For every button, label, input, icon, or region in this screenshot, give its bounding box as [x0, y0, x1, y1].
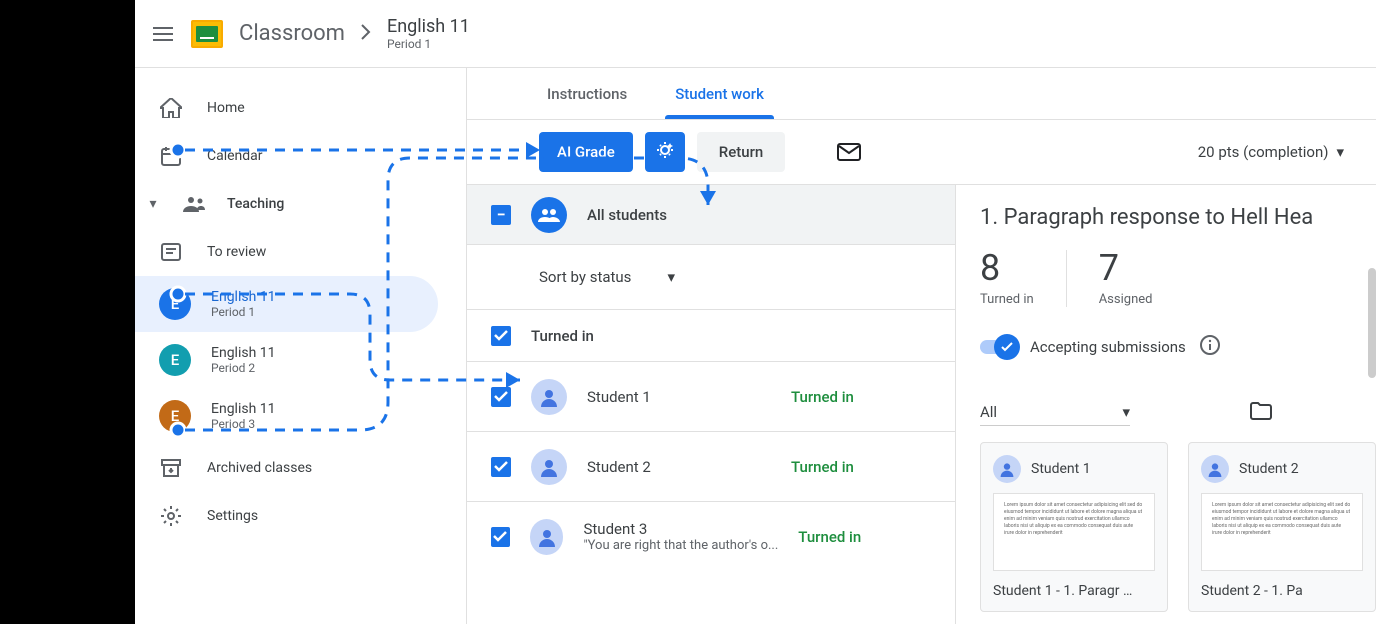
action-toolbar: AI Grade Return 20 pts (completion) ▾: [467, 120, 1376, 185]
all-students-label: All students: [587, 206, 667, 224]
people-icon: [183, 192, 207, 216]
document-thumbnail: Lorem ipsum dolor sit amet consectetur a…: [993, 493, 1155, 571]
tab-instructions[interactable]: Instructions: [523, 68, 651, 119]
class-period: Period 3: [211, 417, 276, 431]
student-avatar-icon: [1201, 455, 1229, 483]
home-icon: [159, 96, 183, 120]
info-icon[interactable]: [1200, 335, 1220, 359]
gear-icon: [159, 504, 183, 528]
student-status: Turned in: [791, 458, 931, 476]
class-name: English 11: [211, 345, 276, 361]
submission-card[interactable]: Student 1 Lorem ipsum dolor sit amet con…: [980, 442, 1168, 612]
sidebar-label: Settings: [207, 508, 258, 524]
document-title: Student 1 - 1. Paragr …: [993, 583, 1155, 599]
assignment-detail-pane: 1. Paragraph response to Hell Hea 8 Turn…: [956, 185, 1376, 624]
class-avatar-icon: E: [159, 288, 191, 320]
student-name: Student 2: [587, 458, 771, 476]
app-header: Classroom English 11 Period 1: [135, 0, 1376, 68]
sidebar-item-settings[interactable]: Settings: [135, 492, 438, 540]
student-avatar-icon: [993, 455, 1021, 483]
submission-card[interactable]: Student 2 Lorem ipsum dolor sit amet con…: [1188, 442, 1376, 612]
ai-grade-button[interactable]: AI Grade: [539, 132, 633, 172]
checkbox-checked-icon[interactable]: [491, 527, 510, 547]
accepting-submissions-toggle[interactable]: Accepting submissions: [980, 335, 1376, 359]
student-list-column: − All students Sort by status ▾ Turned i…: [467, 185, 956, 624]
student-avatar-icon: [531, 379, 567, 415]
sidebar-label: To review: [207, 244, 266, 260]
sidebar-label: Archived classes: [207, 460, 312, 476]
student-status: Turned in: [791, 388, 931, 406]
group-avatar-icon: [531, 197, 567, 233]
class-name: English 11: [211, 401, 276, 417]
sparkle-gear-icon: [655, 140, 675, 164]
brand-name: Classroom: [239, 21, 345, 46]
submission-preview: "You are right that the author's o...: [583, 538, 778, 553]
class-period: Period 2: [211, 361, 276, 375]
caret-down-icon: ▾: [1122, 403, 1130, 421]
sidebar-class-item[interactable]: E English 11 Period 3: [135, 388, 438, 444]
breadcrumb-class-subtitle: Period 1: [387, 37, 470, 51]
filter-dropdown[interactable]: All ▾: [980, 399, 1130, 426]
sidebar-item-calendar[interactable]: Calendar: [135, 132, 438, 180]
class-period: Period 1: [211, 305, 276, 319]
checkbox-checked-icon[interactable]: [491, 387, 511, 407]
calendar-icon: [159, 144, 183, 168]
class-avatar-icon: E: [159, 400, 191, 432]
breadcrumb-class[interactable]: English 11 Period 1: [387, 16, 470, 51]
student-avatar-icon: [530, 519, 564, 555]
sidebar-item-archived[interactable]: Archived classes: [135, 444, 438, 492]
folder-icon[interactable]: [1250, 402, 1272, 424]
student-name: Student 1: [587, 388, 771, 406]
class-name: English 11: [211, 289, 276, 305]
sidebar-label: Home: [207, 100, 245, 116]
checkbox-checked-icon[interactable]: [491, 457, 511, 477]
student-row[interactable]: Student 1 Turned in: [467, 361, 955, 431]
document-thumbnail: Lorem ipsum dolor sit amet consectetur a…: [1201, 493, 1363, 571]
sidebar-class-item[interactable]: E English 11 Period 2: [135, 332, 438, 388]
caret-down-icon: ▾: [143, 196, 163, 212]
sidebar-label: Teaching: [227, 196, 284, 212]
stat-turned-in[interactable]: 8 Turned in: [980, 250, 1066, 307]
sidebar: Home Calendar ▾ Teaching To review E Eng…: [135, 68, 467, 624]
sidebar-item-home[interactable]: Home: [135, 84, 438, 132]
student-name: Student 3: [583, 520, 778, 538]
return-button[interactable]: Return: [697, 132, 785, 172]
hamburger-menu-icon[interactable]: [151, 22, 175, 46]
all-students-row[interactable]: − All students: [467, 185, 955, 245]
card-student-name: Student 2: [1239, 461, 1299, 477]
sidebar-section-teaching[interactable]: ▾ Teaching: [135, 180, 466, 228]
points-selector[interactable]: 20 pts (completion) ▾: [1190, 143, 1352, 161]
caret-down-icon: ▾: [667, 268, 675, 286]
turned-in-group-header[interactable]: Turned in: [467, 309, 955, 361]
student-avatar-icon: [531, 449, 567, 485]
document-title: Student 2 - 1. Pa: [1201, 583, 1363, 599]
sidebar-item-to-review[interactable]: To review: [135, 228, 438, 276]
ai-grade-settings-button[interactable]: [645, 132, 685, 172]
chevron-right-icon: [361, 24, 371, 44]
sidebar-class-item[interactable]: E English 11 Period 1: [135, 276, 438, 332]
stat-assigned[interactable]: 7 Assigned: [1066, 250, 1185, 307]
review-icon: [159, 240, 183, 264]
assignment-title: 1. Paragraph response to Hell Hea: [980, 205, 1376, 230]
checkbox-checked-icon[interactable]: [491, 326, 511, 346]
breadcrumb-class-title: English 11: [387, 16, 470, 37]
student-row[interactable]: Student 2 Turned in: [467, 431, 955, 501]
tab-student-work[interactable]: Student work: [651, 68, 788, 119]
class-avatar-icon: E: [159, 344, 191, 376]
email-icon[interactable]: [837, 140, 861, 164]
archive-icon: [159, 456, 183, 480]
sidebar-label: Calendar: [207, 148, 263, 164]
classroom-logo-icon: [191, 20, 223, 48]
tabs: Instructions Student work: [467, 68, 1376, 120]
card-student-name: Student 1: [1031, 461, 1091, 477]
caret-down-icon: ▾: [1336, 143, 1344, 161]
main-content: Instructions Student work AI Grade Retur…: [467, 68, 1376, 624]
student-row[interactable]: Student 3"You are right that the author'…: [467, 501, 955, 571]
toggle-on-icon: [994, 334, 1020, 360]
checkbox-indeterminate-icon[interactable]: −: [491, 205, 511, 225]
student-status: Turned in: [798, 528, 931, 546]
sort-dropdown[interactable]: Sort by status ▾: [467, 245, 955, 309]
